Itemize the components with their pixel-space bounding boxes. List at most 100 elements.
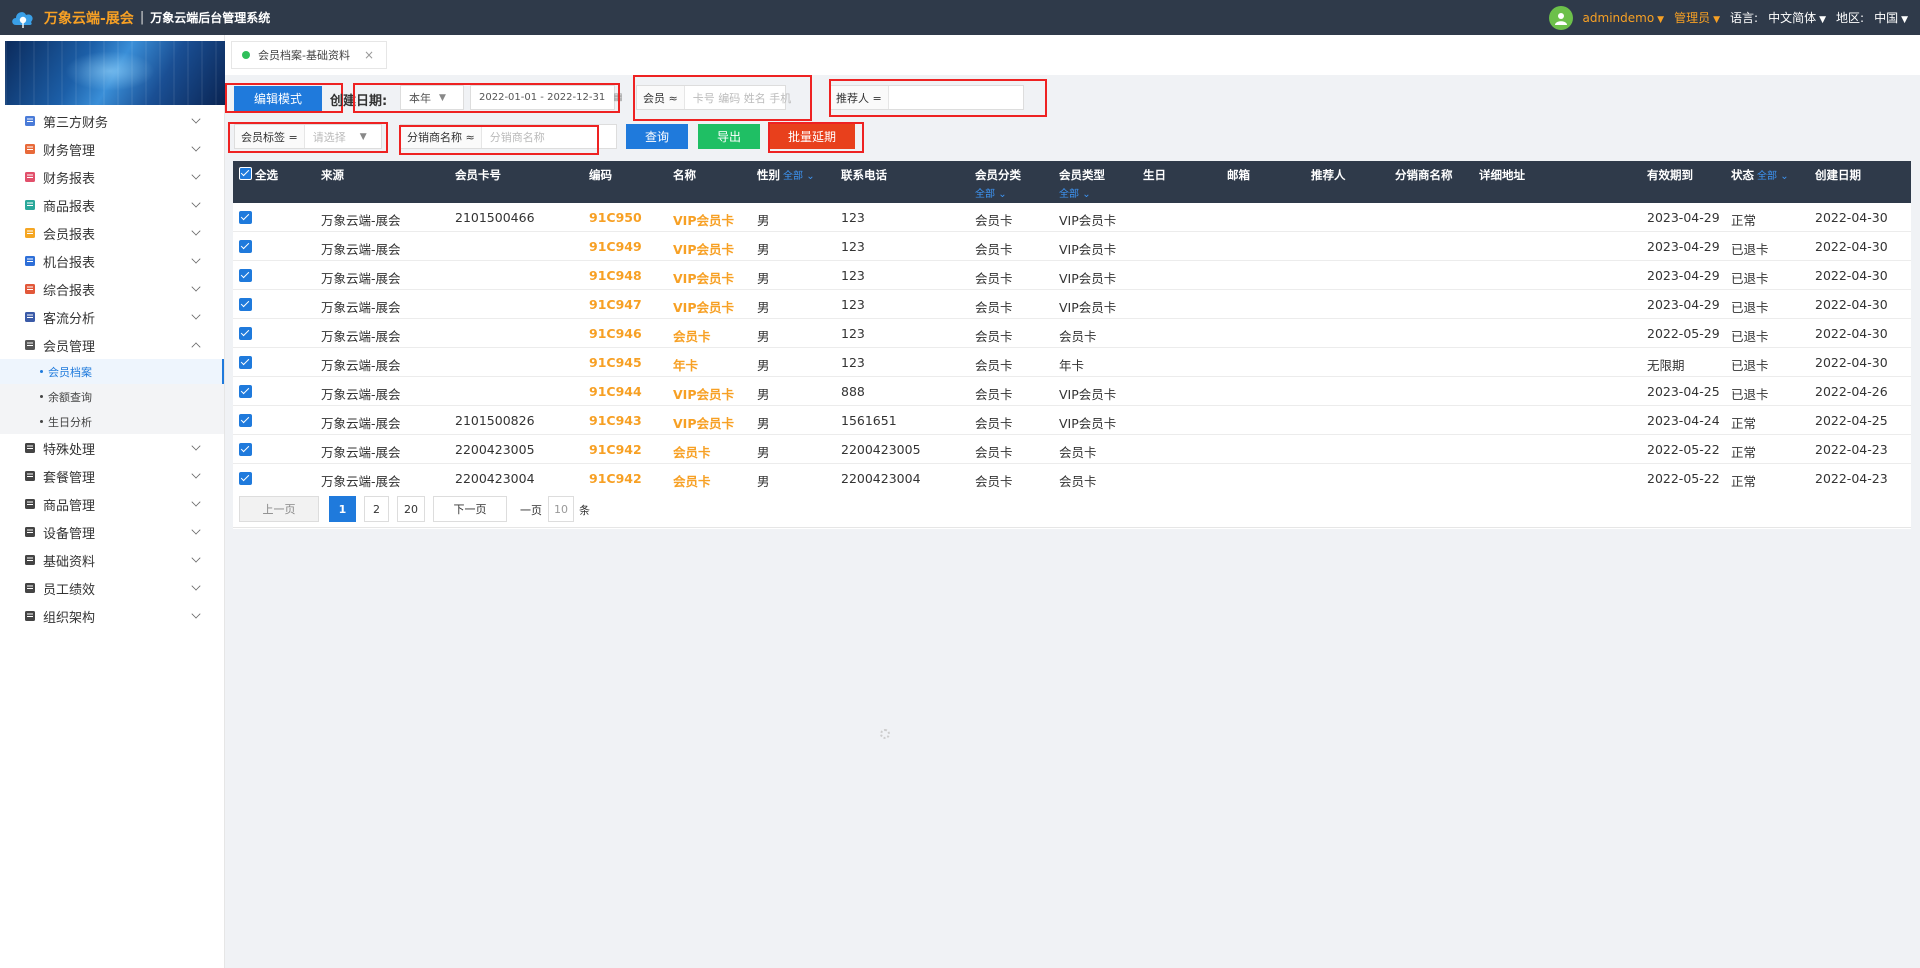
page-button-2[interactable]: 2 [364, 496, 389, 522]
sidebar-item[interactable]: 商品报表 [0, 191, 224, 219]
status-filter[interactable]: 全部 ⌄ [1757, 171, 1789, 182]
table-row[interactable]: 万象云端-展会 91C946 会员卡 男 123 会员卡 会员卡 2022-05-29 已退卡 2… [233, 319, 1911, 348]
table-row[interactable]: 万象云端-展会 2101500466 91C950 VIP会员卡 男 123 会员卡 VIP会… [233, 203, 1911, 232]
query-button[interactable]: 查询 [626, 124, 688, 149]
cell-source: 万象云端-展会 [321, 242, 401, 257]
gender-filter[interactable]: 全部 ⌄ [783, 171, 815, 182]
chevron-down-icon [191, 497, 201, 507]
row-checkbox[interactable] [239, 269, 252, 282]
cell-name: 会员卡 [673, 474, 711, 489]
sidebar-subitem-label: 生日分析 [48, 415, 92, 429]
cell-code[interactable]: 91C942 [589, 442, 642, 457]
cell-phone: 123 [841, 355, 865, 370]
row-checkbox[interactable] [239, 414, 252, 427]
cell-code[interactable]: 91C942 [589, 471, 642, 486]
per-page-unit: 条 [579, 504, 590, 517]
prev-page-button[interactable]: 上一页 [239, 496, 319, 522]
language-select[interactable]: 中文简体 ▼ [1768, 9, 1826, 26]
device-icon [24, 526, 36, 538]
table-row[interactable]: 万象云端-展会 91C949 VIP会员卡 男 123 会员卡 VIP会员卡 2023-04-… [233, 232, 1911, 261]
header-category-label: 会员分类 [975, 168, 1021, 182]
row-checkbox[interactable] [239, 472, 252, 485]
table-row[interactable]: 万象云端-展会 2200423004 91C942 会员卡 男 2200423004 会员卡… [233, 464, 1911, 493]
page-button-1[interactable]: 1 [329, 496, 356, 522]
sidebar-subitem[interactable]: 余额查询 [0, 384, 224, 409]
batch-extend-button[interactable]: 批量延期 [769, 124, 855, 149]
table-row[interactable]: 万象云端-展会 91C948 VIP会员卡 男 123 会员卡 VIP会员卡 2023-04-… [233, 261, 1911, 290]
create-date-label: 创建日期: [330, 94, 388, 109]
sidebar-item[interactable]: 特殊处理 [0, 434, 224, 462]
edit-mode-button[interactable]: 编辑模式 [234, 86, 322, 111]
cell-code[interactable]: 91C948 [589, 268, 642, 283]
close-icon[interactable]: × [364, 48, 374, 62]
sidebar-subitem[interactable]: 会员档案 [0, 359, 224, 384]
top-bar: 万象云端-展会 | 万象云端后台管理系统 admindemo ▼ 管理员 ▼ 语言:… [0, 0, 1920, 35]
sidebar-item[interactable]: 财务管理 [0, 135, 224, 163]
sidebar-item[interactable]: 设备管理 [0, 518, 224, 546]
table-row[interactable]: 万象云端-展会 2101500826 91C943 VIP会员卡 男 1561651 会员卡… [233, 406, 1911, 435]
distributor-field[interactable]: 分销商名称 ≈ 分销商名称 [400, 124, 617, 149]
sidebar-item[interactable]: 会员报表 [0, 219, 224, 247]
tab-member-archive[interactable]: 会员档案-基础资料 × [231, 41, 388, 69]
per-page-input[interactable]: 10 [548, 496, 574, 522]
chevron-down-icon [191, 581, 201, 591]
user-icon [24, 339, 36, 351]
referrer-field[interactable]: 推荐人 = [829, 85, 1024, 110]
select-all-checkbox[interactable] [239, 167, 252, 180]
cell-code[interactable]: 91C943 [589, 413, 642, 428]
export-button[interactable]: 导出 [698, 124, 760, 149]
table-row[interactable]: 万象云端-展会 91C944 VIP会员卡 男 888 会员卡 VIP会员卡 2023-04-… [233, 377, 1911, 406]
row-checkbox[interactable] [239, 385, 252, 398]
date-range-input[interactable]: 2022-01-01 - 2022-12-31 ▦ [470, 85, 623, 110]
type-filter[interactable]: 全部 ⌄ [1059, 185, 1105, 200]
chevron-down-icon [191, 114, 201, 124]
cell-phone: 123 [841, 239, 865, 254]
sidebar-item[interactable]: 套餐管理 [0, 462, 224, 490]
sidebar-subitem[interactable]: 生日分析 [0, 409, 224, 434]
next-page-button[interactable]: 下一页 [433, 496, 507, 522]
language-label: 语言: [1730, 11, 1759, 25]
role-menu[interactable]: 管理员 ▼ [1674, 9, 1720, 26]
user-avatar[interactable] [1548, 5, 1573, 30]
sidebar-item[interactable]: 财务报表 [0, 163, 224, 191]
page-button-last[interactable]: 20 [397, 496, 425, 522]
sidebar-item[interactable]: 组织架构 [0, 602, 224, 630]
cell-code[interactable]: 91C945 [589, 355, 642, 370]
table-row[interactable]: 万象云端-展会 2200423005 91C942 会员卡 男 2200423005 会员卡… [233, 435, 1911, 464]
member-tag-select[interactable]: 会员标签 = 请选择 ▼ [234, 124, 382, 149]
row-checkbox[interactable] [239, 240, 252, 253]
cell-code[interactable]: 91C950 [589, 210, 642, 225]
row-checkbox[interactable] [239, 298, 252, 311]
cell-code[interactable]: 91C944 [589, 384, 642, 399]
distributor-input[interactable]: 分销商名称 [482, 129, 553, 145]
period-select[interactable]: 本年 ▼ [400, 85, 464, 110]
sidebar-item[interactable]: 综合报表 [0, 275, 224, 303]
sidebar-item[interactable]: 机台报表 [0, 247, 224, 275]
sidebar-item[interactable]: 商品管理 [0, 490, 224, 518]
header-card-no: 会员卡号 [455, 168, 501, 182]
row-checkbox[interactable] [239, 211, 252, 224]
category-filter[interactable]: 全部 ⌄ [975, 185, 1021, 200]
region-value: 中国 [1874, 11, 1899, 25]
table-row[interactable]: 万象云端-展会 91C945 年卡 男 123 会员卡 年卡 无限期 已退卡 2022-04-30 [233, 348, 1911, 377]
sidebar-item[interactable]: 员工绩效 [0, 574, 224, 602]
table-row[interactable]: 万象云端-展会 91C947 VIP会员卡 男 123 会员卡 VIP会员卡 2023-04-… [233, 290, 1911, 319]
sidebar-item[interactable]: 第三方财务 [0, 107, 224, 135]
cell-code[interactable]: 91C947 [589, 297, 642, 312]
chevron-down-icon [191, 553, 201, 563]
sidebar-item[interactable]: 基础资料 [0, 546, 224, 574]
row-checkbox[interactable] [239, 327, 252, 340]
user-menu[interactable]: admindemo ▼ [1583, 11, 1665, 25]
sidebar-item[interactable]: 客流分析 [0, 303, 224, 331]
row-checkbox[interactable] [239, 443, 252, 456]
chevron-down-icon [191, 254, 201, 264]
goods-report-icon [24, 199, 36, 211]
cell-code[interactable]: 91C949 [589, 239, 642, 254]
cell-card-no: 2101500826 [455, 413, 535, 428]
cell-code[interactable]: 91C946 [589, 326, 642, 341]
member-search-input[interactable]: 卡号 编码 姓名 手机 [685, 90, 800, 106]
row-checkbox[interactable] [239, 356, 252, 369]
sidebar-item[interactable]: 会员管理 [0, 331, 224, 359]
region-select[interactable]: 中国 ▼ [1874, 9, 1908, 26]
member-search-field[interactable]: 会员 ≈ 卡号 编码 姓名 手机 [636, 85, 791, 110]
